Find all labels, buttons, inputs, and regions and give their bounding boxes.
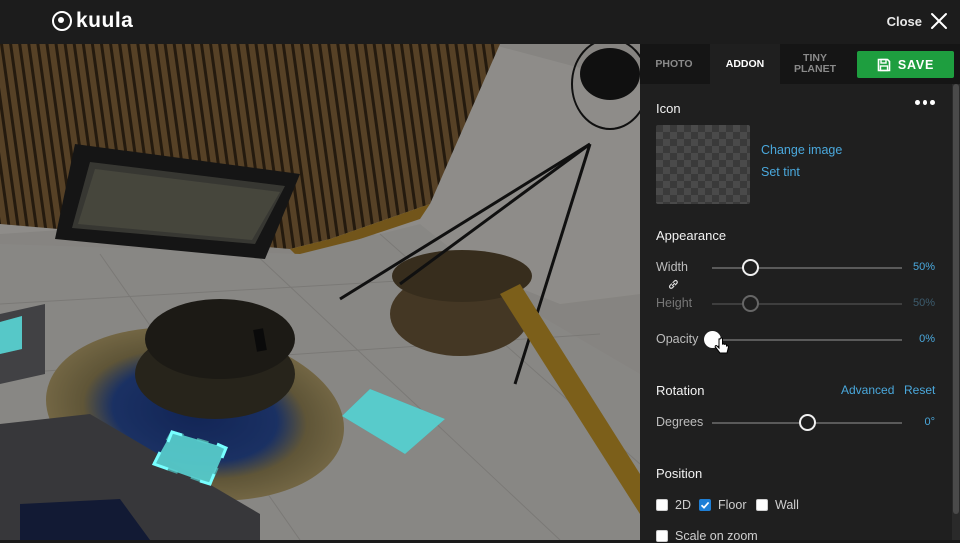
panorama-viewer[interactable]	[0, 44, 640, 540]
checkmark-icon	[700, 501, 710, 509]
checkbox-2d[interactable]	[656, 499, 668, 511]
opacity-slider-track[interactable]	[712, 339, 902, 341]
hand-cursor-icon	[714, 337, 730, 354]
close-label: Close	[886, 13, 922, 29]
height-slider-thumb	[741, 295, 759, 312]
degrees-slider-thumb[interactable]	[798, 414, 816, 431]
scrollbar-thumb[interactable]	[953, 84, 959, 514]
tab-tiny-planet[interactable]: TINY PLANET	[780, 44, 850, 84]
kuula-logo[interactable]: kuula	[52, 6, 133, 36]
degrees-label: Degrees	[656, 415, 704, 429]
height-slider-track	[712, 303, 902, 305]
checkbox-wall[interactable]	[756, 499, 768, 511]
width-value: 50%	[912, 261, 935, 273]
checkbox-wall-label: Wall	[775, 498, 799, 512]
icon-preview[interactable]	[656, 125, 750, 204]
panorama-image	[0, 44, 640, 540]
change-image-link[interactable]: Change image	[761, 143, 842, 157]
top-bar: kuula Close	[0, 0, 960, 44]
height-label: Height	[656, 296, 693, 310]
opacity-value: 0%	[919, 333, 935, 345]
save-label: SAVE	[897, 57, 935, 72]
degrees-value: 0°	[924, 416, 935, 428]
tab-photo[interactable]: PHOTO	[640, 44, 708, 84]
advanced-link[interactable]: Advanced	[841, 383, 894, 397]
close-button[interactable]: Close	[887, 10, 948, 32]
icon-section-title: Icon	[656, 101, 681, 116]
height-value: 50%	[912, 297, 935, 309]
save-button[interactable]: SAVE	[857, 51, 954, 78]
scale-on-zoom-label: Scale on zoom	[675, 529, 758, 543]
checkbox-scale-on-zoom[interactable]	[656, 530, 668, 542]
checkbox-2d-label: 2D	[675, 498, 691, 512]
checkbox-floor[interactable]	[699, 499, 711, 511]
opacity-label: Opacity	[656, 332, 699, 346]
rotation-section-title: Rotation	[656, 383, 705, 398]
panel-scrollbar[interactable]	[952, 84, 960, 540]
checkbox-floor-label: Floor	[718, 498, 747, 512]
logo-text: kuula	[76, 9, 134, 32]
reset-link[interactable]: Reset	[904, 383, 935, 397]
link-aspect-icon[interactable]	[668, 279, 679, 290]
close-icon	[931, 13, 947, 29]
more-options-icon[interactable]	[915, 98, 936, 106]
set-tint-link[interactable]: Set tint	[761, 165, 800, 179]
width-slider-track[interactable]	[712, 267, 902, 269]
position-section-title: Position	[656, 466, 703, 481]
appearance-section-title: Appearance	[656, 228, 727, 243]
floppy-disk-icon	[877, 58, 891, 71]
width-label: Width	[656, 260, 688, 274]
logo-mark-icon	[52, 11, 72, 31]
tab-addon[interactable]: ADDON	[710, 44, 780, 84]
width-slider-thumb[interactable]	[741, 259, 759, 276]
